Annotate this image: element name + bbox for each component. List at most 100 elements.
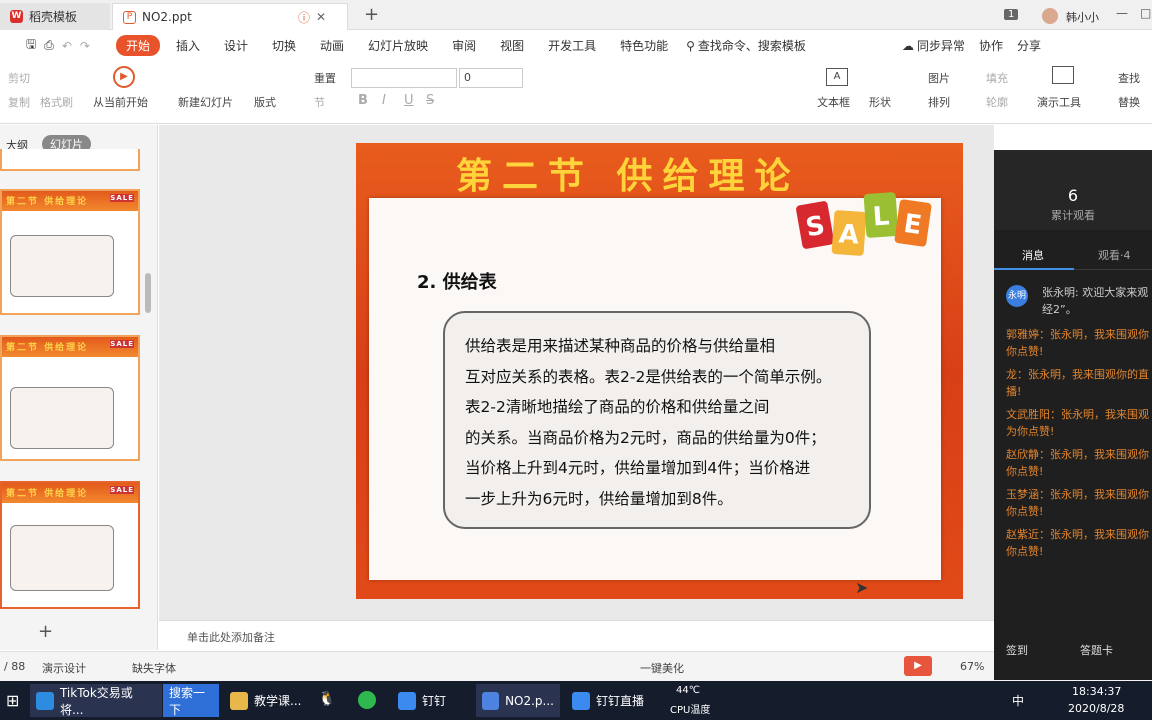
design-button[interactable]: 演示设计	[42, 660, 86, 676]
zoom-level[interactable]: 67%	[960, 660, 984, 673]
close-tab-icon[interactable]: ✕	[316, 10, 326, 24]
beautify-button[interactable]: 一键美化	[640, 660, 684, 676]
slide-thumbnail-prev[interactable]	[0, 149, 140, 171]
chat-message: 文武胜阳：张永明，我来围观	[1006, 408, 1149, 421]
find-button[interactable]: 查找	[1118, 70, 1140, 86]
live-tabs: 消息 观看·4	[994, 238, 1152, 270]
quiz-card-button[interactable]: 答题卡	[1080, 642, 1113, 658]
menu-features[interactable]: 特色功能	[608, 37, 680, 54]
shapes-button[interactable]: 形状	[869, 94, 891, 110]
thumb-title: 第二节 供给理论	[6, 489, 89, 499]
menu-animation[interactable]: 动画	[308, 37, 356, 54]
menu-view[interactable]: 视图	[488, 37, 536, 54]
menu-design[interactable]: 设计	[212, 37, 260, 54]
play-from-current-button[interactable]: 从当前开始	[93, 94, 148, 110]
text-box[interactable]: 供给表是用来描述某种商品的价格与供给量相 互对应关系的表格。表2-2是供给表的一…	[443, 311, 871, 529]
dingding-icon	[398, 691, 416, 710]
maximize-icon[interactable]: □	[1140, 6, 1151, 20]
text-line: 供给表是用来描述某种商品的价格与供给量相	[465, 337, 776, 355]
tab-daoke-label: 稻壳模板	[29, 10, 78, 24]
slide-thumbnail[interactable]: 第二节 供给理论 SALE	[0, 335, 140, 461]
temperature: 44℃	[676, 685, 700, 696]
textbox-button[interactable]: 文本框	[817, 94, 850, 110]
sidebar-scrollbar[interactable]	[145, 273, 151, 313]
undo-icon[interactable]: ↶	[62, 39, 72, 53]
wps-logo-icon: W	[10, 10, 23, 23]
taskbar: ⊞ TikTok交易或将... 搜索一下 教学课... 🐧 钉钉 NO2.p..…	[0, 681, 1152, 720]
copy-button[interactable]: 复制	[8, 94, 30, 110]
page-counter: / 88	[4, 660, 26, 673]
taskbar-item-ppt[interactable]: NO2.p...	[476, 684, 560, 717]
slide-thumbnail-current[interactable]: 第二节 供给理论 SALE	[0, 481, 140, 609]
viewer-count: 6	[1067, 186, 1079, 205]
new-slide-button[interactable]: 新建幻灯片	[178, 94, 233, 110]
signin-button[interactable]: 签到	[1006, 642, 1028, 658]
chat-message: 龙：张永明，我来围观你的直	[1006, 368, 1149, 381]
taskbar-item-dingding[interactable]: 钉钉	[392, 684, 452, 717]
tab-messages[interactable]: 消息	[1022, 247, 1044, 263]
notes-pane[interactable]: 单击此处添加备注	[159, 620, 994, 650]
taskbar-item-live[interactable]: 钉钉直播	[566, 684, 650, 717]
input-method-indicator[interactable]: 中	[1012, 692, 1024, 709]
font-size-select[interactable]: 0	[459, 68, 523, 88]
collab-button[interactable]: 协作	[979, 37, 1003, 54]
mouse-cursor-icon: ➤	[855, 578, 869, 597]
avatar[interactable]	[1042, 8, 1058, 24]
present-tools-button[interactable]: 演示工具	[1037, 94, 1081, 110]
picture-button[interactable]: 图片	[928, 70, 950, 86]
sync-status[interactable]: 同步异常	[917, 37, 965, 54]
section-button[interactable]: 节	[314, 94, 325, 110]
outline-button[interactable]: 轮廓	[986, 94, 1008, 110]
clock-time: 18:34:37	[1072, 685, 1122, 698]
slide-title: 第二节 供给理论	[456, 155, 801, 197]
wechat-icon[interactable]	[358, 691, 376, 709]
avatar: 永明	[1006, 285, 1028, 307]
redo-icon[interactable]: ↷	[80, 39, 90, 53]
arrange-button[interactable]: 排列	[928, 94, 950, 110]
thumb-title: 第二节 供给理论	[6, 197, 89, 207]
font-family-select[interactable]	[351, 68, 457, 88]
slides-sidebar: 大纲 幻灯片 第二节 供给理论 SALE 第二节 供给理论 SALE 第二节 供给理…	[0, 125, 158, 650]
cut-button[interactable]: 剪切	[8, 70, 30, 86]
save-icon[interactable]: 🖫	[26, 35, 36, 56]
new-tab-button[interactable]: +	[364, 4, 379, 25]
taskbar-item-folder[interactable]: 教学课...	[224, 684, 307, 717]
windows-start-icon[interactable]: ⊞	[6, 691, 19, 710]
chat-message: 张永明: 欢迎大家来观	[1042, 286, 1149, 299]
menu-review[interactable]: 审阅	[440, 37, 488, 54]
layout-button[interactable]: 版式	[254, 94, 276, 110]
strikethrough-icon[interactable]: S	[426, 93, 434, 108]
tab-document[interactable]: P NO2.ppt ⓘ ✕	[112, 3, 348, 30]
replace-button[interactable]: 替换	[1118, 94, 1140, 110]
menu-slideshow[interactable]: 幻灯片放映	[356, 37, 440, 54]
thumb-title: 第二节 供给理论	[6, 343, 89, 353]
fill-button[interactable]: 填充	[986, 70, 1008, 86]
print-icon[interactable]: ⎙	[44, 38, 54, 53]
menu-transition[interactable]: 切换	[260, 37, 308, 54]
user-name[interactable]: 韩小小	[1066, 9, 1099, 25]
reset-button[interactable]: 重置	[314, 70, 336, 86]
format-painter-button[interactable]: 格式刷	[40, 94, 73, 110]
play-slideshow-button[interactable]: ▶	[904, 656, 932, 676]
add-slide-icon[interactable]: +	[38, 621, 53, 642]
tab-watching[interactable]: 观看·4	[1098, 247, 1131, 263]
missing-font-button[interactable]: 缺失字体	[132, 660, 176, 676]
taskbar-item-browser[interactable]: TikTok交易或将...	[30, 684, 162, 717]
share-button[interactable]: 分享	[1017, 37, 1041, 54]
thumb-text-box	[10, 387, 114, 449]
italic-icon[interactable]: I	[382, 93, 386, 108]
menu-home[interactable]: 开始	[115, 35, 160, 56]
minimize-icon[interactable]: —	[1116, 6, 1128, 20]
command-search[interactable]: 查找命令、搜索模板	[698, 37, 806, 54]
bold-icon[interactable]: B	[358, 93, 368, 108]
present-tools-icon	[1052, 66, 1074, 84]
slide-thumbnail[interactable]: 第二节 供给理论 SALE	[0, 189, 140, 315]
menu-insert[interactable]: 插入	[164, 37, 212, 54]
tab-daoke-template[interactable]: W 稻壳模板	[0, 3, 110, 30]
qq-icon[interactable]: 🐧	[318, 691, 335, 707]
menu-developer[interactable]: 开发工具	[536, 37, 608, 54]
notes-placeholder: 单击此处添加备注	[187, 631, 275, 644]
taskbar-search-button[interactable]: 搜索一下	[163, 684, 219, 717]
underline-icon[interactable]: U	[404, 93, 414, 108]
slide[interactable]: 第二节 供给理论 2. 供给表 供给表是用来描述某种商品的价格与供给量相 互对应…	[356, 143, 963, 599]
